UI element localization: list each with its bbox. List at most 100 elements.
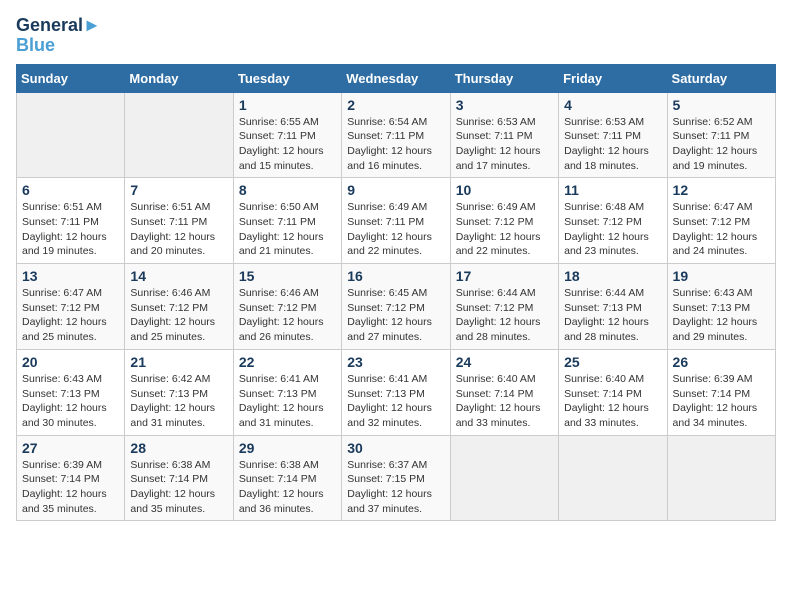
- day-number: 3: [456, 97, 553, 113]
- day-number: 6: [22, 182, 119, 198]
- day-cell: 6 Sunrise: 6:51 AMSunset: 7:11 PMDayligh…: [17, 178, 125, 264]
- day-detail: Sunrise: 6:46 AMSunset: 7:12 PMDaylight:…: [239, 287, 324, 343]
- day-cell: 26 Sunrise: 6:39 AMSunset: 7:14 PMDaylig…: [667, 349, 775, 435]
- day-number: 12: [673, 182, 770, 198]
- day-detail: Sunrise: 6:41 AMSunset: 7:13 PMDaylight:…: [347, 373, 432, 429]
- day-detail: Sunrise: 6:50 AMSunset: 7:11 PMDaylight:…: [239, 201, 324, 257]
- day-detail: Sunrise: 6:42 AMSunset: 7:13 PMDaylight:…: [130, 373, 215, 429]
- week-row-4: 20 Sunrise: 6:43 AMSunset: 7:13 PMDaylig…: [17, 349, 776, 435]
- day-number: 20: [22, 354, 119, 370]
- day-detail: Sunrise: 6:40 AMSunset: 7:14 PMDaylight:…: [456, 373, 541, 429]
- day-cell: 22 Sunrise: 6:41 AMSunset: 7:13 PMDaylig…: [233, 349, 341, 435]
- col-header-friday: Friday: [559, 64, 667, 92]
- day-cell: 3 Sunrise: 6:53 AMSunset: 7:11 PMDayligh…: [450, 92, 558, 178]
- day-cell: 21 Sunrise: 6:42 AMSunset: 7:13 PMDaylig…: [125, 349, 233, 435]
- day-cell: 18 Sunrise: 6:44 AMSunset: 7:13 PMDaylig…: [559, 264, 667, 350]
- week-row-2: 6 Sunrise: 6:51 AMSunset: 7:11 PMDayligh…: [17, 178, 776, 264]
- day-cell: 19 Sunrise: 6:43 AMSunset: 7:13 PMDaylig…: [667, 264, 775, 350]
- page-header: General► Blue: [16, 16, 776, 56]
- logo-blue: Blue: [16, 36, 101, 56]
- day-number: 19: [673, 268, 770, 284]
- day-number: 16: [347, 268, 444, 284]
- day-cell: [559, 435, 667, 521]
- logo-text: General►: [16, 16, 101, 36]
- day-detail: Sunrise: 6:48 AMSunset: 7:12 PMDaylight:…: [564, 201, 649, 257]
- day-number: 9: [347, 182, 444, 198]
- logo: General► Blue: [16, 16, 101, 56]
- day-detail: Sunrise: 6:51 AMSunset: 7:11 PMDaylight:…: [130, 201, 215, 257]
- day-number: 25: [564, 354, 661, 370]
- day-detail: Sunrise: 6:39 AMSunset: 7:14 PMDaylight:…: [22, 459, 107, 515]
- day-detail: Sunrise: 6:49 AMSunset: 7:12 PMDaylight:…: [456, 201, 541, 257]
- day-cell: 10 Sunrise: 6:49 AMSunset: 7:12 PMDaylig…: [450, 178, 558, 264]
- week-row-5: 27 Sunrise: 6:39 AMSunset: 7:14 PMDaylig…: [17, 435, 776, 521]
- calendar-table: SundayMondayTuesdayWednesdayThursdayFrid…: [16, 64, 776, 522]
- day-number: 23: [347, 354, 444, 370]
- day-number: 10: [456, 182, 553, 198]
- day-detail: Sunrise: 6:47 AMSunset: 7:12 PMDaylight:…: [22, 287, 107, 343]
- day-cell: 16 Sunrise: 6:45 AMSunset: 7:12 PMDaylig…: [342, 264, 450, 350]
- day-cell: 5 Sunrise: 6:52 AMSunset: 7:11 PMDayligh…: [667, 92, 775, 178]
- day-number: 15: [239, 268, 336, 284]
- day-cell: 8 Sunrise: 6:50 AMSunset: 7:11 PMDayligh…: [233, 178, 341, 264]
- day-cell: [125, 92, 233, 178]
- day-number: 24: [456, 354, 553, 370]
- day-cell: 25 Sunrise: 6:40 AMSunset: 7:14 PMDaylig…: [559, 349, 667, 435]
- day-number: 14: [130, 268, 227, 284]
- day-cell: 13 Sunrise: 6:47 AMSunset: 7:12 PMDaylig…: [17, 264, 125, 350]
- day-cell: 4 Sunrise: 6:53 AMSunset: 7:11 PMDayligh…: [559, 92, 667, 178]
- day-number: 18: [564, 268, 661, 284]
- day-detail: Sunrise: 6:53 AMSunset: 7:11 PMDaylight:…: [564, 116, 649, 172]
- day-detail: Sunrise: 6:55 AMSunset: 7:11 PMDaylight:…: [239, 116, 324, 172]
- day-detail: Sunrise: 6:39 AMSunset: 7:14 PMDaylight:…: [673, 373, 758, 429]
- day-cell: 20 Sunrise: 6:43 AMSunset: 7:13 PMDaylig…: [17, 349, 125, 435]
- day-detail: Sunrise: 6:38 AMSunset: 7:14 PMDaylight:…: [239, 459, 324, 515]
- day-cell: 27 Sunrise: 6:39 AMSunset: 7:14 PMDaylig…: [17, 435, 125, 521]
- day-cell: 11 Sunrise: 6:48 AMSunset: 7:12 PMDaylig…: [559, 178, 667, 264]
- day-number: 1: [239, 97, 336, 113]
- day-number: 27: [22, 440, 119, 456]
- day-cell: 30 Sunrise: 6:37 AMSunset: 7:15 PMDaylig…: [342, 435, 450, 521]
- day-detail: Sunrise: 6:45 AMSunset: 7:12 PMDaylight:…: [347, 287, 432, 343]
- day-number: 11: [564, 182, 661, 198]
- day-detail: Sunrise: 6:52 AMSunset: 7:11 PMDaylight:…: [673, 116, 758, 172]
- day-cell: 23 Sunrise: 6:41 AMSunset: 7:13 PMDaylig…: [342, 349, 450, 435]
- day-number: 28: [130, 440, 227, 456]
- col-header-saturday: Saturday: [667, 64, 775, 92]
- day-cell: 9 Sunrise: 6:49 AMSunset: 7:11 PMDayligh…: [342, 178, 450, 264]
- day-detail: Sunrise: 6:51 AMSunset: 7:11 PMDaylight:…: [22, 201, 107, 257]
- day-detail: Sunrise: 6:49 AMSunset: 7:11 PMDaylight:…: [347, 201, 432, 257]
- day-detail: Sunrise: 6:40 AMSunset: 7:14 PMDaylight:…: [564, 373, 649, 429]
- day-cell: [450, 435, 558, 521]
- day-cell: 2 Sunrise: 6:54 AMSunset: 7:11 PMDayligh…: [342, 92, 450, 178]
- day-detail: Sunrise: 6:53 AMSunset: 7:11 PMDaylight:…: [456, 116, 541, 172]
- day-detail: Sunrise: 6:44 AMSunset: 7:13 PMDaylight:…: [564, 287, 649, 343]
- day-cell: 24 Sunrise: 6:40 AMSunset: 7:14 PMDaylig…: [450, 349, 558, 435]
- day-number: 7: [130, 182, 227, 198]
- day-detail: Sunrise: 6:46 AMSunset: 7:12 PMDaylight:…: [130, 287, 215, 343]
- day-cell: 29 Sunrise: 6:38 AMSunset: 7:14 PMDaylig…: [233, 435, 341, 521]
- day-number: 13: [22, 268, 119, 284]
- day-detail: Sunrise: 6:41 AMSunset: 7:13 PMDaylight:…: [239, 373, 324, 429]
- day-number: 5: [673, 97, 770, 113]
- col-header-monday: Monday: [125, 64, 233, 92]
- day-number: 21: [130, 354, 227, 370]
- day-cell: 28 Sunrise: 6:38 AMSunset: 7:14 PMDaylig…: [125, 435, 233, 521]
- day-cell: 7 Sunrise: 6:51 AMSunset: 7:11 PMDayligh…: [125, 178, 233, 264]
- day-cell: 14 Sunrise: 6:46 AMSunset: 7:12 PMDaylig…: [125, 264, 233, 350]
- day-number: 17: [456, 268, 553, 284]
- day-number: 30: [347, 440, 444, 456]
- day-detail: Sunrise: 6:37 AMSunset: 7:15 PMDaylight:…: [347, 459, 432, 515]
- day-detail: Sunrise: 6:54 AMSunset: 7:11 PMDaylight:…: [347, 116, 432, 172]
- col-header-wednesday: Wednesday: [342, 64, 450, 92]
- day-cell: 17 Sunrise: 6:44 AMSunset: 7:12 PMDaylig…: [450, 264, 558, 350]
- day-cell: [667, 435, 775, 521]
- day-cell: 1 Sunrise: 6:55 AMSunset: 7:11 PMDayligh…: [233, 92, 341, 178]
- day-number: 29: [239, 440, 336, 456]
- day-cell: 12 Sunrise: 6:47 AMSunset: 7:12 PMDaylig…: [667, 178, 775, 264]
- day-number: 22: [239, 354, 336, 370]
- day-number: 26: [673, 354, 770, 370]
- day-number: 2: [347, 97, 444, 113]
- day-cell: 15 Sunrise: 6:46 AMSunset: 7:12 PMDaylig…: [233, 264, 341, 350]
- week-row-3: 13 Sunrise: 6:47 AMSunset: 7:12 PMDaylig…: [17, 264, 776, 350]
